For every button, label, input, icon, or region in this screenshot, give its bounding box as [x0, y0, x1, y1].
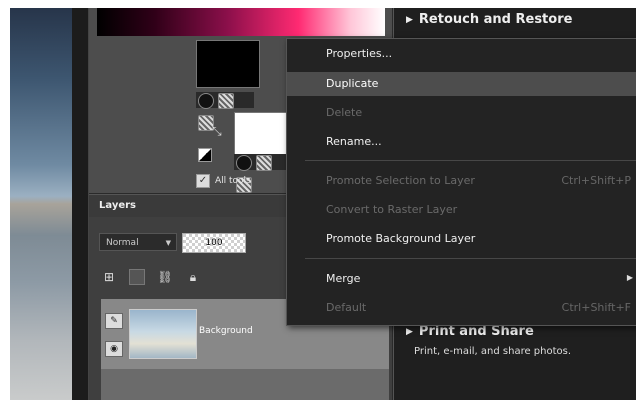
- foreground-color-swatch[interactable]: [196, 40, 260, 88]
- menu-item-label: Delete: [326, 106, 363, 119]
- reset-colors-icon[interactable]: [198, 148, 212, 162]
- print-share-description: Print, e-mail, and share photos.: [414, 346, 572, 357]
- blend-mode-value: Normal: [106, 238, 139, 248]
- blend-mode-select[interactable]: Normal ▼: [99, 233, 177, 251]
- app-window: ⤡ ✓ All tools Layers Normal ▼ 100 ⊞ ⛓ 🔒︎: [10, 8, 636, 400]
- link-icon[interactable]: ⛓: [157, 269, 173, 285]
- color-style-icon[interactable]: [198, 93, 214, 109]
- retouch-restore-heading[interactable]: ▶ Retouch and Restore: [406, 12, 572, 27]
- foreground-style-buttons: [196, 92, 254, 131]
- visibility-eye-icon[interactable]: ◉: [105, 341, 123, 357]
- menu-item-properties[interactable]: Properties...: [287, 42, 636, 66]
- lock-icon[interactable]: 🔒︎: [185, 269, 201, 285]
- submenu-arrow-icon: ▶: [626, 273, 633, 282]
- all-tools-checkbox[interactable]: ✓: [196, 174, 210, 188]
- swap-colors-icon[interactable]: ⤡: [212, 124, 222, 139]
- menu-item-label: Convert to Raster Layer: [326, 203, 458, 216]
- menu-item-duplicate[interactable]: Duplicate: [287, 72, 636, 96]
- new-layer-icon[interactable]: ⊞: [101, 269, 117, 285]
- menu-item-promote-background[interactable]: Promote Background Layer: [287, 227, 636, 251]
- menu-item-shortcut: Ctrl+Shift+P: [561, 174, 631, 187]
- chevron-down-icon: ▼: [165, 239, 171, 247]
- triangle-right-icon: ▶: [406, 327, 413, 337]
- menu-item-label: Duplicate: [326, 77, 379, 90]
- menu-item-label: Promote Selection to Layer: [326, 174, 475, 187]
- menu-item-rename[interactable]: Rename...: [287, 130, 636, 154]
- menu-item-merge[interactable]: Merge ▶: [287, 267, 636, 291]
- menu-separator: [305, 258, 636, 259]
- gradient-style-icon[interactable]: [256, 155, 272, 171]
- canvas-border: [72, 8, 89, 400]
- menu-item-convert-raster[interactable]: Convert to Raster Layer: [287, 198, 636, 222]
- print-share-label: Print and Share: [418, 324, 534, 339]
- layer-thumbnail: [129, 309, 197, 359]
- triangle-right-icon: ▶: [406, 15, 413, 25]
- menu-item-shortcut: Ctrl+Shift+F: [561, 301, 631, 314]
- menu-item-label: Rename...: [326, 135, 382, 148]
- menu-item-delete[interactable]: Delete: [287, 101, 636, 125]
- menu-item-label: Merge: [326, 272, 361, 285]
- layer-type-icon: ✎: [105, 313, 123, 329]
- all-tools-label: All tools: [215, 176, 251, 186]
- layer-toolbar: ⊞ ⛓ 🔒︎: [101, 269, 201, 285]
- layer-context-menu: Properties... Duplicate Delete Rename...…: [286, 38, 636, 326]
- print-share-heading[interactable]: ▶ Print and Share: [406, 324, 534, 339]
- layer-name: Background: [199, 326, 253, 336]
- background-style-buttons: [234, 154, 292, 193]
- retouch-restore-label: Retouch and Restore: [418, 12, 573, 27]
- gradient-style-icon[interactable]: [218, 93, 234, 109]
- layers-panel-title: Layers: [99, 200, 136, 211]
- layer-visibility-controls: ✎ ◉: [105, 313, 123, 369]
- all-tools-option[interactable]: ✓ All tools: [196, 174, 251, 188]
- menu-item-default[interactable]: Default Ctrl+Shift+F: [287, 296, 636, 320]
- opacity-input[interactable]: 100: [182, 233, 246, 253]
- menu-item-label: Properties...: [326, 47, 393, 60]
- color-style-icon[interactable]: [236, 155, 252, 171]
- mask-icon[interactable]: [129, 269, 145, 285]
- color-picker-gradient[interactable]: [97, 8, 385, 36]
- photo-canvas-strip[interactable]: [10, 8, 72, 400]
- menu-separator: [305, 160, 636, 161]
- menu-item-label: Promote Background Layer: [326, 232, 476, 245]
- menu-item-promote-selection[interactable]: Promote Selection to Layer Ctrl+Shift+P: [287, 169, 636, 193]
- menu-item-label: Default: [326, 301, 367, 314]
